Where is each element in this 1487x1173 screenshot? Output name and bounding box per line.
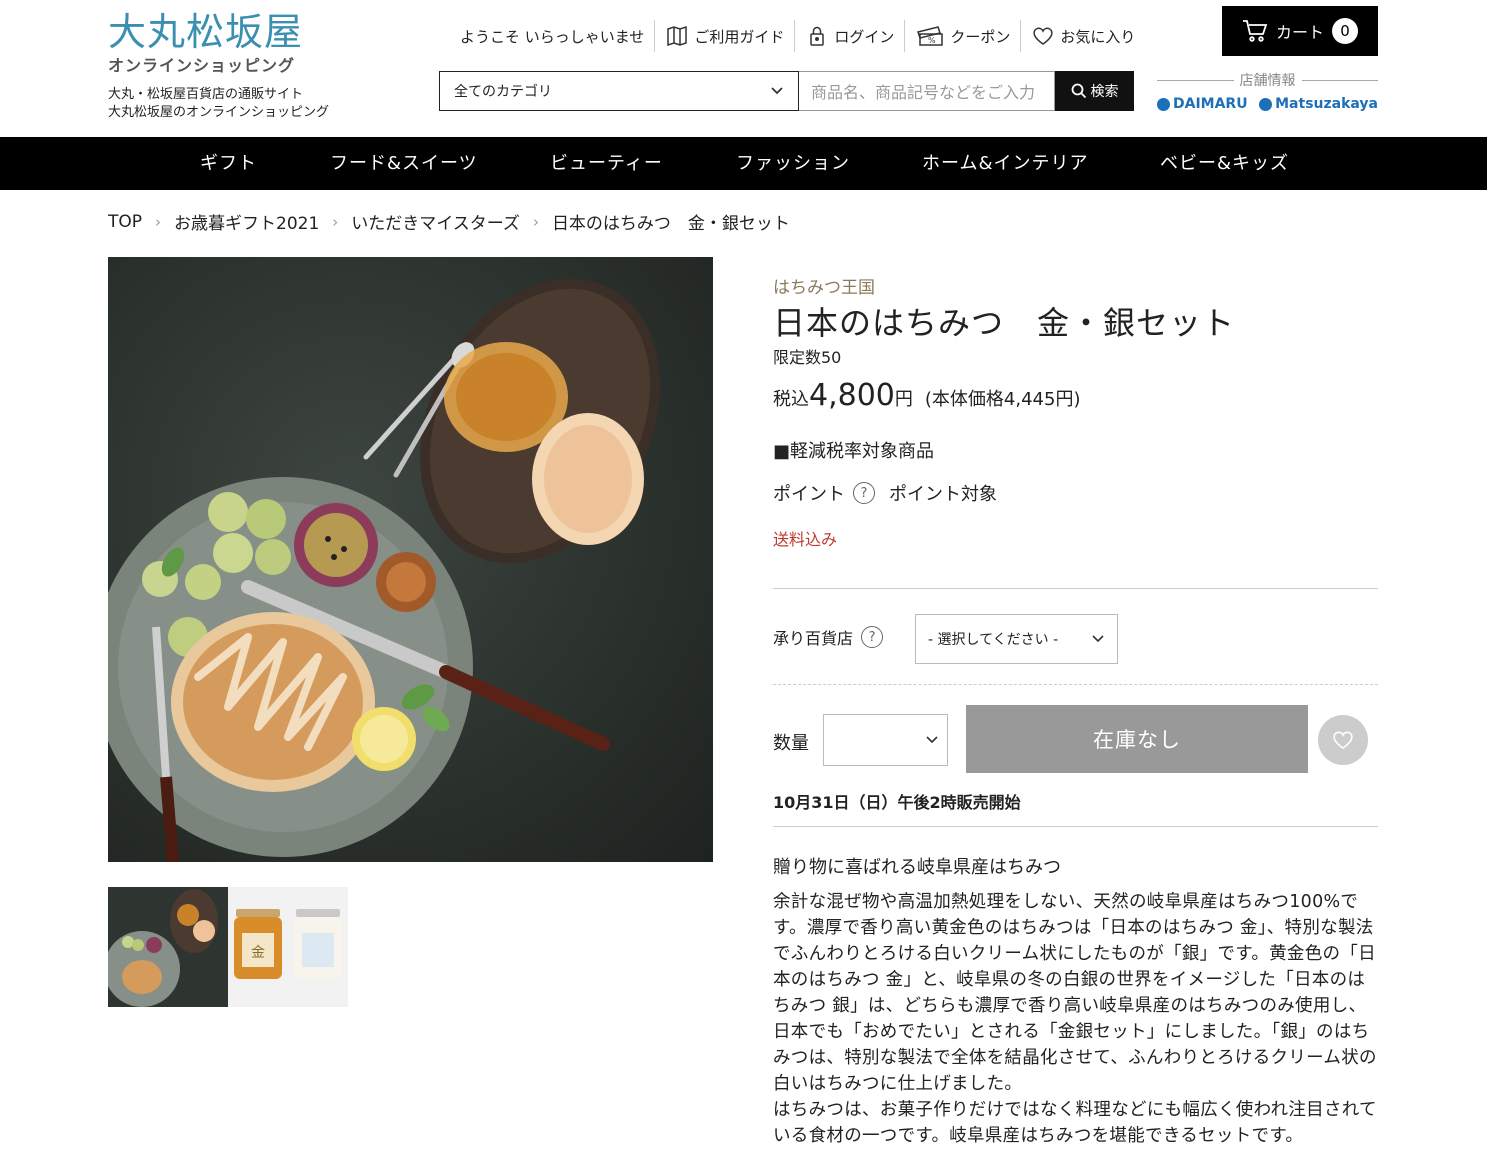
matsuzakaya-logo[interactable]: Matsuzakaya xyxy=(1259,96,1378,112)
breadcrumb-oseibo[interactable]: お歳暮ギフト2021 xyxy=(174,209,319,234)
price-unit: 円 xyxy=(894,389,913,410)
map-icon xyxy=(667,25,688,47)
breadcrumb-meisters[interactable]: いただきマイスターズ xyxy=(351,209,520,234)
daimaru-logo[interactable]: DAIMARU xyxy=(1157,96,1248,112)
chevron-down-icon xyxy=(771,87,783,95)
chevron-right-icon: › xyxy=(532,212,539,231)
quantity-label: 数量 xyxy=(773,733,809,754)
price-prefix: 税込 xyxy=(773,389,809,410)
price-amount: 4,800 xyxy=(809,378,895,413)
coupon-icon: % xyxy=(917,26,944,46)
brand-link[interactable]: はちみつ王国 xyxy=(773,273,875,298)
coupon-label: クーポン xyxy=(950,27,1011,46)
out-of-stock-button[interactable]: 在庫なし xyxy=(966,705,1308,773)
thumbnail-1[interactable] xyxy=(108,887,228,1007)
chevron-right-icon: › xyxy=(332,212,339,231)
product-main-image[interactable] xyxy=(108,257,713,862)
question-icon[interactable]: ? xyxy=(861,626,884,648)
cart-button[interactable]: カート 0 xyxy=(1222,6,1378,56)
matsuzakaya-mark-icon xyxy=(1259,97,1273,111)
top-utility-nav: ようこそ いらっしゃいませ ご利用ガイド ログイン % クーポン お気に入り xyxy=(452,20,1145,52)
breadcrumb-current: 日本のはちみつ 金・銀セット xyxy=(551,214,790,234)
divider xyxy=(773,826,1378,827)
description-paragraph-1: 余計な混ぜ物や高温加熱処理をしない、天然の岐阜県産はちみつ100%です。濃厚で香… xyxy=(773,892,1377,1094)
chevron-down-icon xyxy=(1092,635,1104,643)
main-category-nav: ギフト フード&スイーツ ビューティー ファッション ホーム&インテリア ベビー… xyxy=(0,137,1487,190)
store-select[interactable]: - 選択してください - xyxy=(915,614,1118,664)
question-icon[interactable]: ? xyxy=(853,482,875,504)
cart-icon xyxy=(1242,20,1268,42)
tagline-line-1: 大丸・松坂屋百貨店の通販サイト xyxy=(108,87,304,102)
svg-text:金: 金 xyxy=(251,945,265,961)
site-logo-sub[interactable]: オンラインショッピング xyxy=(108,52,295,76)
points-label: ポイント xyxy=(773,484,845,505)
thumbnail-2[interactable]: 金 xyxy=(228,887,348,1007)
nav-fashion[interactable]: ファッション xyxy=(736,137,850,190)
nav-beauty[interactable]: ビューティー xyxy=(550,137,663,190)
chevron-right-icon: › xyxy=(155,212,162,231)
store-info-label: 店舗情報 xyxy=(1157,70,1378,90)
store-select-label-text: 承り百貨店 xyxy=(773,629,854,648)
lock-icon xyxy=(810,26,825,46)
guide-link[interactable]: ご利用ガイド xyxy=(654,20,794,52)
coupon-link[interactable]: % クーポン xyxy=(904,20,1020,52)
favorites-label: お気に入り xyxy=(1060,27,1136,46)
search-icon xyxy=(1071,83,1086,99)
points-value: ポイント対象 xyxy=(889,484,997,505)
daimaru-logo-label: DAIMARU xyxy=(1173,96,1248,112)
svg-text:%: % xyxy=(928,36,936,45)
login-label: ログイン xyxy=(834,27,895,46)
search-input[interactable]: 商品名、商品記号などをご入力 xyxy=(799,71,1055,111)
divider xyxy=(773,684,1378,685)
cart-count-badge: 0 xyxy=(1332,18,1358,44)
welcome-text: ようこそ いらっしゃいませ xyxy=(452,20,654,52)
login-link[interactable]: ログイン xyxy=(794,20,904,52)
nav-gift[interactable]: ギフト xyxy=(200,137,257,190)
divider xyxy=(773,588,1378,589)
price-base: (本体価格4,445円) xyxy=(924,389,1081,410)
shipping-note: 送料込み xyxy=(773,530,838,549)
tagline-line-2: 大丸松坂屋のオンラインショッピング xyxy=(108,105,330,120)
search-button-label: 検索 xyxy=(1090,84,1119,100)
price: 税込 4,800 円 (本体価格4,445円) xyxy=(773,378,1080,413)
description-body: 余計な混ぜ物や高温加熱処理をしない、天然の岐阜県産はちみつ100%です。濃厚で香… xyxy=(773,889,1378,1149)
store-select-label: 承り百貨店 ? xyxy=(773,625,884,649)
store-info[interactable]: 店舗情報 DAIMARU Matsuzakaya xyxy=(1157,70,1378,112)
limited-quantity: 限定数50 xyxy=(773,348,842,367)
product-title: 日本のはちみつ 金・銀セット xyxy=(773,304,1236,342)
heart-icon xyxy=(1333,731,1353,749)
reduced-tax-note: ■軽減税率対象商品 xyxy=(773,441,935,462)
matsuzakaya-logo-label: Matsuzakaya xyxy=(1275,96,1378,112)
sale-start-date: 10月31日（日）午後2時販売開始 xyxy=(773,793,1021,812)
guide-label: ご利用ガイド xyxy=(694,27,785,46)
nav-food-sweets[interactable]: フード&スイーツ xyxy=(330,137,478,190)
points-row: ポイント ? ポイント対象 xyxy=(773,480,997,506)
quantity-select[interactable] xyxy=(823,714,948,766)
store-select-value: - 選択してください - xyxy=(928,632,1059,648)
product-photo-illustration xyxy=(108,278,660,862)
category-select-value: 全てのカテゴリ xyxy=(454,84,552,100)
thumbnail-1-illustration xyxy=(108,889,218,1007)
daimaru-mark-icon xyxy=(1157,97,1170,111)
favorites-link[interactable]: お気に入り xyxy=(1020,20,1145,52)
welcome-label: ようこそ いらっしゃいませ xyxy=(460,27,645,46)
cart-label: カート xyxy=(1275,23,1324,42)
category-select[interactable]: 全てのカテゴリ xyxy=(439,71,799,111)
chevron-down-icon xyxy=(926,736,938,744)
heart-icon xyxy=(1033,27,1054,45)
nav-baby-kids[interactable]: ベビー&キッズ xyxy=(1160,137,1289,190)
thumbnail-2-illustration: 金 xyxy=(234,909,342,979)
add-favorite-button[interactable] xyxy=(1318,715,1368,765)
search-button[interactable]: 検索 xyxy=(1055,71,1134,111)
breadcrumb: TOP › お歳暮ギフト2021 › いただきマイスターズ › 日本のはちみつ … xyxy=(108,209,790,235)
store-logos: DAIMARU Matsuzakaya xyxy=(1157,96,1378,112)
breadcrumb-top[interactable]: TOP xyxy=(108,212,142,232)
site-logo[interactable]: 大丸松坂屋 xyxy=(108,10,303,54)
nav-home-interior[interactable]: ホーム&インテリア xyxy=(922,137,1089,190)
description-paragraph-2: はちみつは、お菓子作りだけではなく料理などにも幅広く使われ注目されている食材の一… xyxy=(773,1100,1377,1146)
site-tagline: 大丸・松坂屋百貨店の通販サイト 大丸松坂屋のオンラインショッピング xyxy=(108,86,329,122)
description-title: 贈り物に喜ばれる岐阜県産はちみつ xyxy=(773,857,1061,878)
